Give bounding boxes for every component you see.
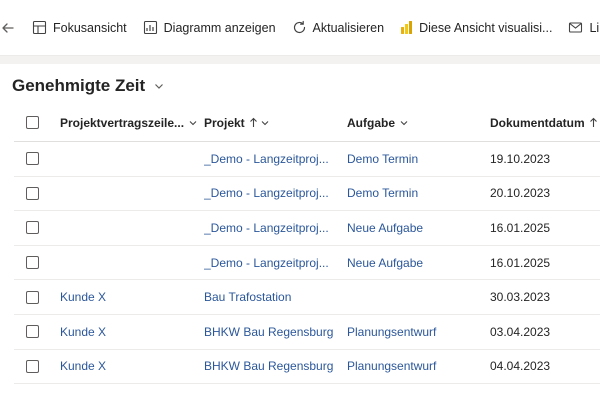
column-header-task[interactable]: Aufgabe <box>347 116 490 130</box>
contract-line-link[interactable]: Kunde X <box>60 325 204 339</box>
contract-line-link[interactable]: Kunde X <box>60 359 204 373</box>
column-header-project[interactable]: Projekt <box>204 116 347 130</box>
select-all-checkbox[interactable] <box>26 116 39 129</box>
table-row[interactable]: _Demo - Langzeitproj... Neue Aufgabe 16.… <box>14 211 600 246</box>
contract-line-link[interactable]: Kunde X <box>60 290 204 304</box>
document-date-value: 03.04.2023 <box>490 324 551 339</box>
column-header-document-date[interactable]: Dokumentdatum <box>490 116 600 130</box>
sort-ascending-icon <box>589 117 598 128</box>
row-checkbox[interactable] <box>26 186 39 200</box>
table-row[interactable]: Kunde X BHKW Bau Regensburg Planungsentw… <box>14 315 600 350</box>
project-link[interactable]: Bau Trafostation <box>204 290 347 304</box>
view-selector[interactable]: Genehmigte Zeit <box>12 74 165 98</box>
task-link[interactable]: Planungsentwurf <box>347 325 490 339</box>
task-link[interactable]: Neue Aufgabe <box>347 221 490 235</box>
column-header-label: Projekt <box>204 115 245 130</box>
task-link[interactable]: Demo Termin <box>347 152 490 166</box>
column-header-label: Aufgabe <box>347 115 395 130</box>
project-link[interactable]: _Demo - Langzeitproj... <box>204 152 347 166</box>
show-chart-label: Diagramm anzeigen <box>163 20 276 35</box>
column-header-label: Projektvertragszeile... <box>60 115 185 130</box>
focus-view-label: Fokusansicht <box>53 20 127 35</box>
focus-view-icon <box>32 20 47 35</box>
refresh-icon <box>293 20 305 34</box>
column-header-contract-line[interactable]: Projektvertragszeile... <box>60 116 204 130</box>
email-link-button[interactable]: Link <box>560 11 600 45</box>
document-date-value: 19.10.2023 <box>490 151 551 166</box>
chevron-down-icon <box>153 80 165 92</box>
focus-view-button[interactable]: Fokusansicht <box>24 11 135 45</box>
show-chart-button[interactable]: Diagramm anzeigen <box>135 11 284 45</box>
chevron-down-icon <box>399 118 409 128</box>
select-all-cell <box>14 116 60 129</box>
email-link-icon <box>569 22 583 33</box>
data-grid: Projektvertragszeile... Projekt Aufgabe … <box>14 104 600 385</box>
visualize-view-button[interactable]: Diese Ansicht visualisi... <box>392 11 560 45</box>
row-checkbox[interactable] <box>26 290 39 304</box>
document-date-value: 04.04.2023 <box>490 359 551 374</box>
task-link[interactable]: Demo Termin <box>347 186 490 200</box>
project-link[interactable]: BHKW Bau Regensburg <box>204 359 347 373</box>
powerbi-icon <box>401 21 413 34</box>
project-link[interactable]: _Demo - Langzeitproj... <box>204 221 347 235</box>
sort-ascending-icon <box>249 117 258 128</box>
chevron-down-icon <box>188 118 198 128</box>
table-row[interactable]: _Demo - Langzeitproj... Neue Aufgabe 16.… <box>14 246 600 281</box>
refresh-button[interactable]: Aktualisieren <box>284 11 393 45</box>
chart-icon <box>143 20 157 35</box>
refresh-label: Aktualisieren <box>312 20 385 35</box>
email-link-label: Link <box>589 20 600 35</box>
row-checkbox[interactable] <box>26 221 39 235</box>
document-date-value: 16.01.2025 <box>490 220 551 235</box>
table-row[interactable]: Kunde X BHKW Bau Regensburg Planungsentw… <box>14 350 600 385</box>
grid-panel: Genehmigte Zeit Projektvertragszeile... … <box>0 64 600 400</box>
table-row[interactable]: Kunde X Bau Trafostation 30.03.2023 <box>14 280 600 315</box>
document-date-value: 30.03.2023 <box>490 290 551 305</box>
grid-header-row: Projektvertragszeile... Projekt Aufgabe … <box>14 104 600 142</box>
row-checkbox[interactable] <box>26 325 39 339</box>
back-arrow-icon <box>2 22 14 33</box>
row-checkbox[interactable] <box>26 359 39 373</box>
row-checkbox[interactable] <box>26 256 39 270</box>
chevron-down-icon <box>260 118 270 128</box>
back-button[interactable] <box>0 11 16 45</box>
project-link[interactable]: _Demo - Langzeitproj... <box>204 186 347 200</box>
document-date-value: 16.01.2025 <box>490 255 551 270</box>
row-checkbox[interactable] <box>26 152 39 166</box>
project-link[interactable]: BHKW Bau Regensburg <box>204 325 347 339</box>
document-date-value: 20.10.2023 <box>490 186 551 201</box>
view-title: Genehmigte Zeit <box>12 76 146 95</box>
visualize-view-label: Diese Ansicht visualisi... <box>419 20 553 35</box>
command-bar: Fokusansicht Diagramm anzeigen Aktualisi… <box>0 0 600 56</box>
task-link[interactable]: Planungsentwurf <box>347 359 490 373</box>
table-row[interactable]: _Demo - Langzeitproj... Demo Termin 19.1… <box>14 142 600 177</box>
project-link[interactable]: _Demo - Langzeitproj... <box>204 256 347 270</box>
task-link[interactable]: Neue Aufgabe <box>347 256 490 270</box>
table-row[interactable]: _Demo - Langzeitproj... Demo Termin 20.1… <box>14 177 600 212</box>
column-header-label: Dokumentdatum <box>490 115 585 130</box>
